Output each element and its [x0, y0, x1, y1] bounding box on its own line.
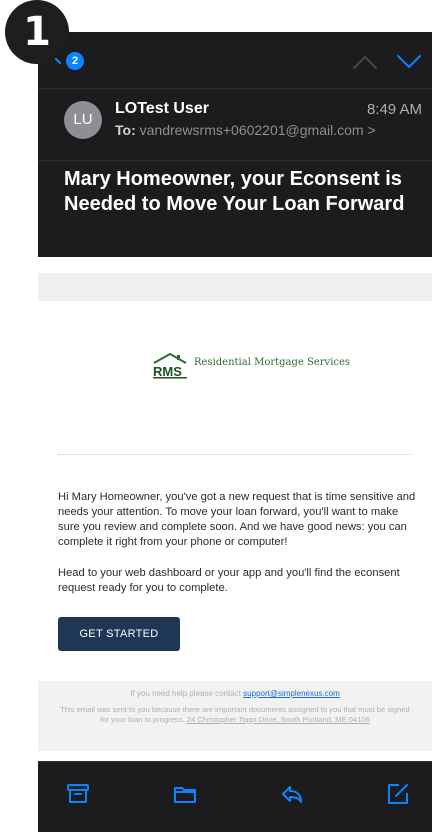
logo-mark-text: RMS: [153, 364, 182, 379]
message-time: 8:49 AM: [366, 101, 422, 118]
support-email-link[interactable]: support@simplenexus.com: [243, 689, 340, 698]
company-address-link[interactable]: 24 Christopher Toppi Drive, South Portla…: [187, 715, 370, 724]
mail-app-screen: 2 LU LOTest User 8:49 AM To: vandrewsrms…: [38, 32, 432, 832]
step-number-badge: 1: [5, 0, 69, 64]
chevron-up-icon[interactable]: [352, 54, 378, 70]
sender-name[interactable]: LOTest User: [115, 100, 209, 118]
reply-icon[interactable]: [280, 782, 304, 806]
avatar[interactable]: LU: [64, 101, 102, 139]
rms-logo-mark: RMS: [153, 352, 187, 379]
legal-notice: This email was sent to you because there…: [56, 705, 414, 725]
logo-company-name: Residential Mortgage Services: [194, 357, 351, 368]
get-started-button[interactable]: GET STARTED: [58, 617, 180, 651]
body-paragraph: Hi Mary Homeowner, you've got a new requ…: [58, 491, 416, 548]
help-line: If you need help please contact support@…: [38, 689, 432, 698]
bottom-toolbar: [38, 761, 432, 832]
folder-icon[interactable]: [173, 782, 197, 806]
message-nav-bar: 2: [38, 32, 432, 88]
chevron-down-icon[interactable]: [396, 54, 422, 70]
email-footer: If you need help please contact support@…: [38, 681, 432, 751]
recipient-chevron-icon[interactable]: >: [367, 122, 375, 138]
email-top-band: [38, 273, 432, 301]
message-subject: Mary Homeowner, your Econsent is Needed …: [64, 168, 405, 215]
help-prefix: If you need help please contact: [130, 689, 244, 698]
email-body: RMS Residential Mortgage Services Hi Mar…: [38, 257, 432, 761]
compose-icon[interactable]: [386, 782, 410, 806]
to-label: To:: [115, 122, 136, 138]
recipient-address[interactable]: vandrewsrms+0602201@gmail.com: [140, 122, 364, 138]
recipient-line[interactable]: To: vandrewsrms+0602201@gmail.com >: [115, 122, 376, 138]
archive-icon[interactable]: [66, 782, 90, 806]
message-header: LU LOTest User 8:49 AM To: vandrewsrms+0…: [38, 88, 432, 161]
unread-count-badge[interactable]: 2: [66, 52, 84, 70]
body-paragraph: Head to your web dashboard or your app a…: [58, 567, 400, 594]
content-divider: [58, 454, 412, 455]
subject-block: Mary Homeowner, your Econsent is Needed …: [38, 160, 432, 258]
